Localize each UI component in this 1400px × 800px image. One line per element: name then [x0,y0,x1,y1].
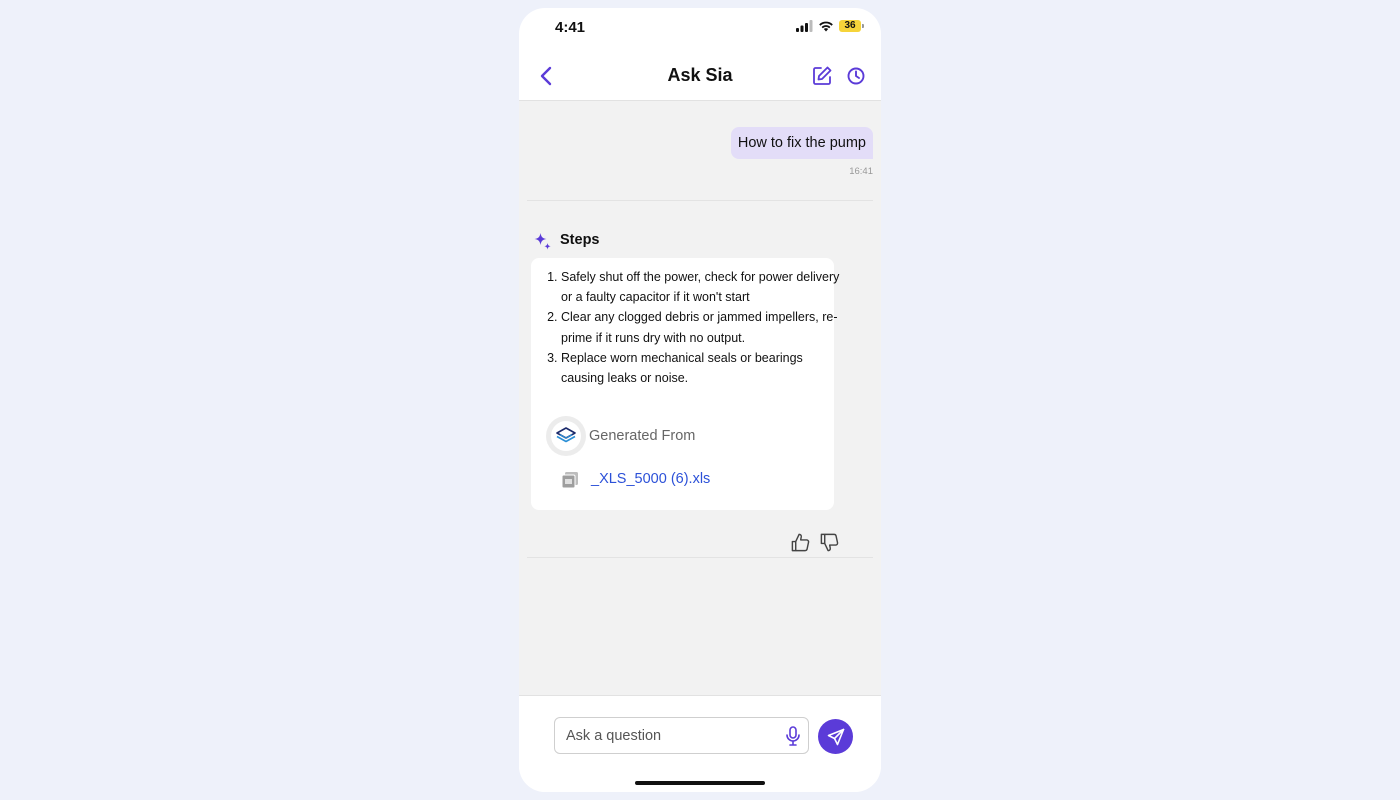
send-button[interactable] [818,719,853,754]
wifi-icon [819,21,833,32]
message-divider [527,200,873,201]
history-clock-icon[interactable] [846,66,866,86]
source-label: Generated From [589,428,696,444]
battery-level: 36 [844,20,856,31]
step-item: Safely shut off the power, check for pow… [561,267,841,307]
message-divider [527,557,873,558]
edit-icon[interactable] [811,65,833,87]
step-item: Clear any clogged debris or jammed impel… [561,307,841,347]
answer-card: Safely shut off the power, check for pow… [531,258,839,510]
status-time: 4:41 [555,19,586,36]
thumbs-up-icon[interactable] [790,532,811,553]
source-logo [546,416,586,456]
thumbs-down-icon[interactable] [819,532,840,553]
answer-heading: Steps [560,232,600,248]
source-file-link[interactable]: _XLS_5000 (6).xls [591,471,710,487]
xls-file-icon [561,472,578,489]
step-item: Replace worn mechanical seals or bearing… [561,348,841,388]
question-field[interactable] [554,717,809,754]
composer [519,695,881,792]
signal-icon [796,20,813,32]
send-icon [827,728,844,745]
header-bar: Ask Sia [519,52,881,101]
user-message-time: 16:41 [849,166,873,177]
sparkle-icon [534,233,551,250]
user-message-bubble: How to fix the pump [730,127,873,159]
status-icons: 36 [796,20,864,32]
question-input[interactable] [566,718,766,753]
chat-area[interactable]: How to fix the pump 16:41 Steps Safely s… [519,101,881,695]
steps-list: Safely shut off the power, check for pow… [543,267,841,388]
layers-logo-icon [556,427,576,443]
microphone-icon[interactable] [785,726,801,746]
status-bar: 4:41 36 [519,8,881,52]
battery-icon: 36 [839,20,864,32]
home-indicator [635,781,765,785]
phone-screen: 4:41 36 Ask Sia How to fix the pump 16:4… [519,8,881,792]
